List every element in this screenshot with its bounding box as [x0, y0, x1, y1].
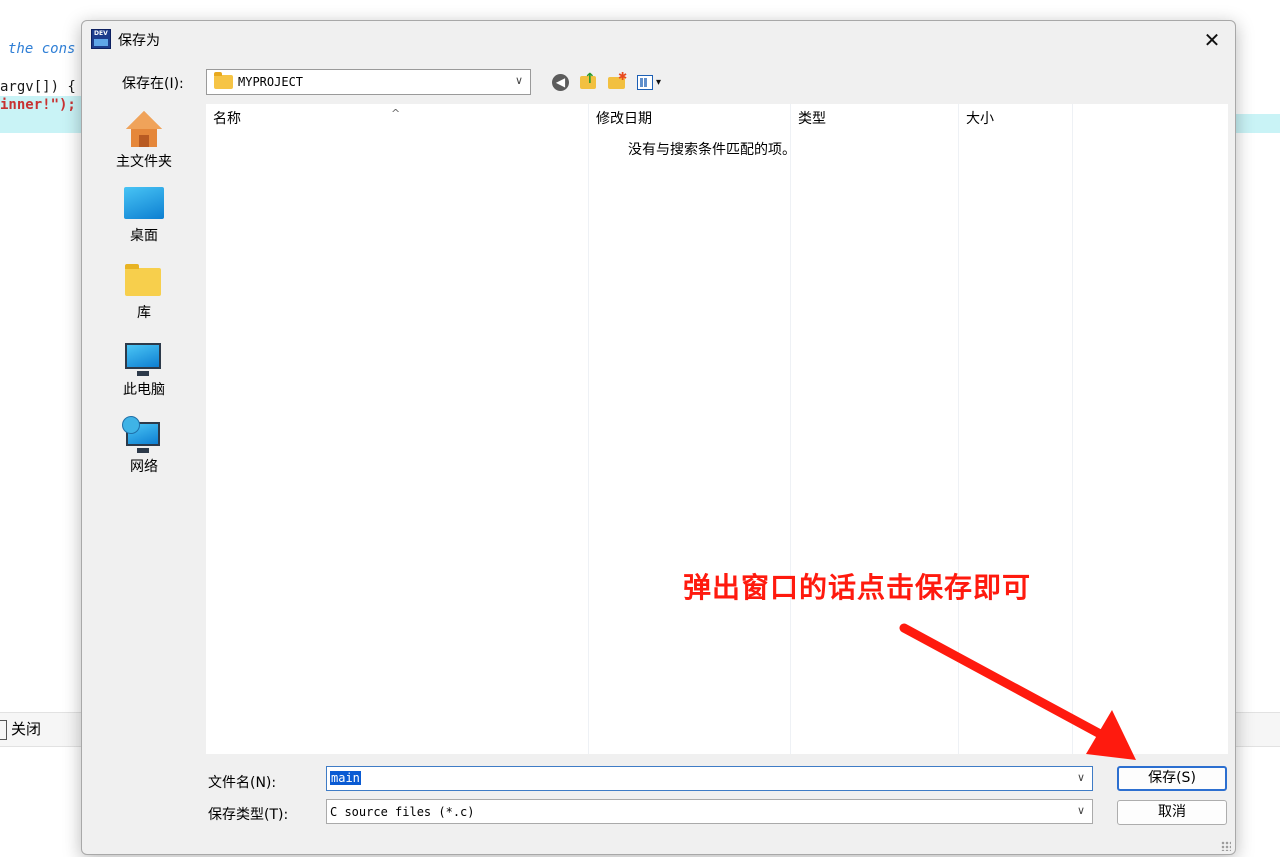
filename-label: 文件名(N):: [208, 775, 277, 791]
up-arrow-icon: ↑: [584, 71, 596, 87]
cancel-button[interactable]: 取消: [1117, 800, 1227, 825]
column-header-label: 名称: [213, 111, 241, 127]
desktop-icon: [124, 187, 164, 219]
close-tab-label: 关闭: [11, 720, 42, 738]
library-icon: [125, 264, 161, 296]
panel-box-icon: [0, 719, 7, 740]
close-dialog-button[interactable]: ✕: [1195, 25, 1229, 55]
column-header-size[interactable]: 大小: [959, 104, 1069, 134]
filetype-value: C source files (*.c): [330, 805, 475, 819]
place-label: 库: [137, 305, 151, 321]
place-label: 网络: [130, 459, 158, 475]
dialog-title: 保存为: [118, 33, 160, 49]
place-home-folder[interactable]: 主文件夹: [92, 103, 196, 177]
view-grid-icon: [637, 75, 653, 90]
filename-value: main: [330, 771, 361, 785]
place-label: 此电脑: [123, 382, 165, 398]
place-label: 主文件夹: [116, 154, 172, 170]
back-button[interactable]: ◀: [550, 72, 572, 94]
column-divider[interactable]: [588, 104, 589, 754]
place-library[interactable]: 库: [92, 260, 196, 334]
network-icon: [122, 416, 160, 453]
view-menu-button[interactable]: ▾: [636, 72, 670, 94]
dialog-titlebar[interactable]: DEV 保存为 ✕: [82, 21, 1235, 59]
place-network[interactable]: 网络: [92, 414, 196, 488]
place-label: 桌面: [130, 228, 158, 244]
new-folder-button[interactable]: ✱: [606, 70, 628, 94]
resize-grip-icon[interactable]: [1221, 841, 1231, 851]
up-folder-button[interactable]: ↑: [578, 72, 600, 94]
annotation-arrow-icon: [899, 623, 1136, 760]
code-line-printf: inner!");: [0, 97, 76, 113]
column-divider[interactable]: [790, 104, 791, 754]
bottom-panel-close-tab[interactable]: 关闭: [0, 718, 41, 740]
chevron-down-icon[interactable]: ∨: [1074, 804, 1088, 818]
chevron-down-icon[interactable]: ∨: [512, 74, 526, 88]
filetype-label: 保存类型(T):: [208, 807, 289, 823]
back-arrow-icon: ◀: [552, 74, 569, 91]
sort-up-icon: ^: [391, 107, 401, 120]
code-comment-line: the cons: [8, 41, 76, 57]
column-header-name[interactable]: 名称 ^: [206, 104, 587, 134]
code-line-main-signature: argv[]) {: [0, 79, 76, 95]
folder-icon: [214, 72, 233, 89]
pc-icon: [125, 343, 161, 376]
column-header-type[interactable]: 类型: [791, 104, 957, 134]
place-desktop[interactable]: 桌面: [92, 183, 196, 257]
filetype-select[interactable]: C source files (*.c) ∨: [326, 799, 1093, 824]
place-this-pc[interactable]: 此电脑: [92, 337, 196, 411]
devcpp-app-icon: DEV: [91, 29, 111, 49]
home-icon: [126, 111, 162, 147]
empty-results-message: 没有与搜索条件匹配的项。: [628, 142, 796, 158]
save-in-label: 保存在(I):: [122, 76, 184, 92]
location-value: MYPROJECT: [238, 75, 304, 89]
dropdown-triangle-icon: ▾: [656, 77, 662, 88]
save-location-dropdown[interactable]: MYPROJECT ∨: [206, 69, 531, 95]
sparkle-icon: ✱: [618, 70, 628, 83]
column-header-date-modified[interactable]: 修改日期: [589, 104, 789, 134]
